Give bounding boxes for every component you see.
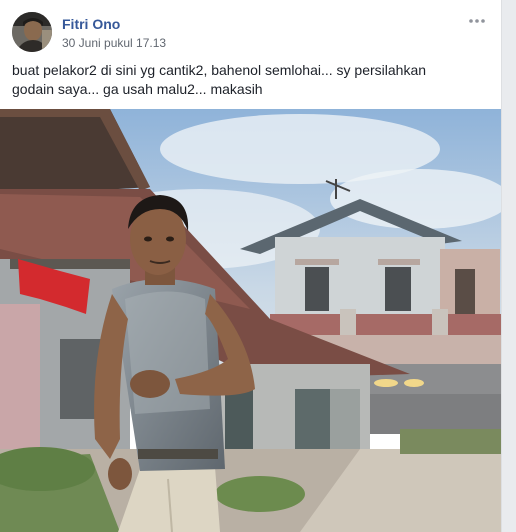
author-name-link[interactable]: Fitri Ono [62, 16, 120, 32]
post-timestamp[interactable]: 30 Juni pukul 17.13 [62, 36, 166, 50]
more-options-icon[interactable] [467, 14, 487, 28]
post-photo[interactable] [0, 109, 502, 532]
post-header: Fitri Ono 30 Juni pukul 17.13 [12, 12, 489, 54]
post-body-text: buat pelakor2 di sini yg cantik2, baheno… [12, 62, 427, 97]
ellipsis-icon [469, 19, 485, 23]
author-avatar[interactable] [12, 12, 52, 52]
avatar-image [12, 12, 52, 52]
post-card: Fitri Ono 30 Juni pukul 17.13 buat pelak… [0, 0, 502, 532]
